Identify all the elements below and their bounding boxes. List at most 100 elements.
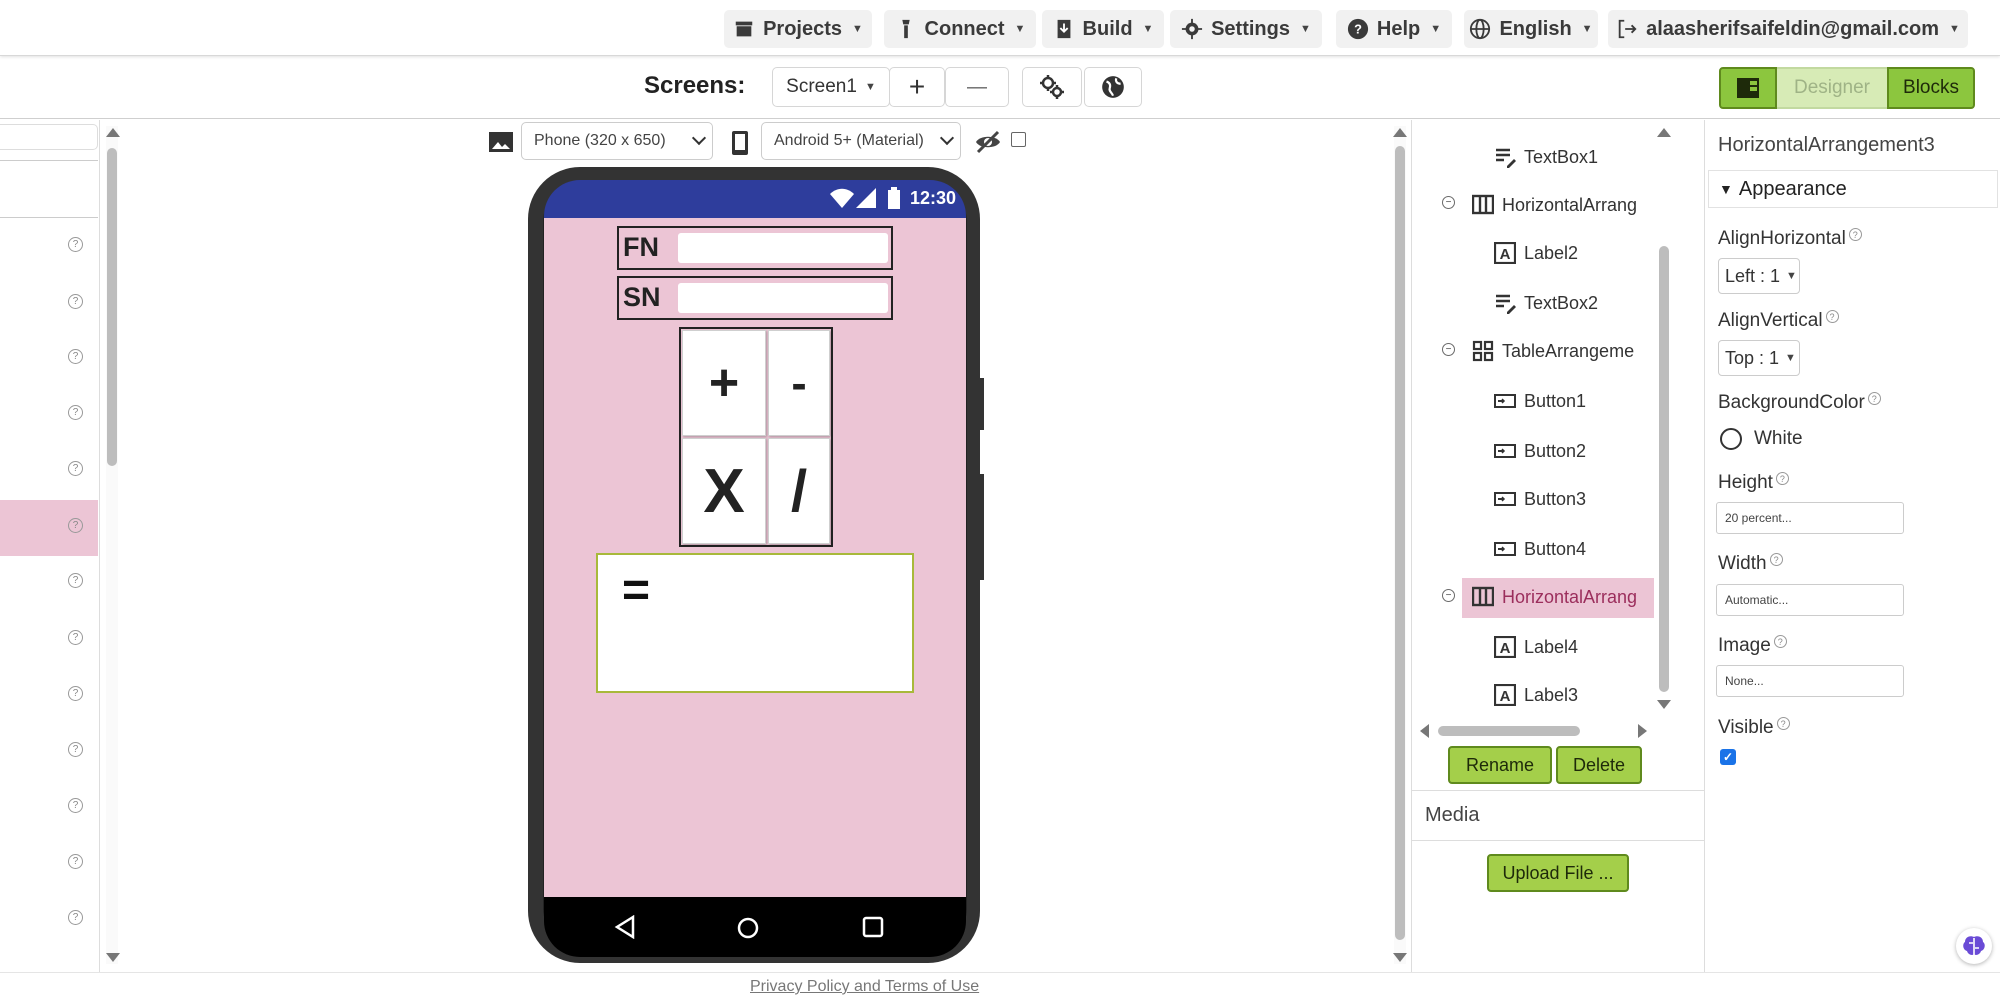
add-screen-button[interactable]: +: [889, 67, 945, 107]
upload-file-button[interactable]: Upload File ...: [1487, 854, 1629, 892]
toggle-palette-button[interactable]: [1719, 67, 1777, 109]
projects-menu[interactable]: Projects ▼: [724, 10, 872, 48]
show-hidden-checkbox[interactable]: [1011, 132, 1026, 147]
sn-textbox[interactable]: [678, 283, 888, 313]
back-icon: [614, 915, 635, 939]
fn-row[interactable]: FN: [617, 226, 893, 270]
build-menu[interactable]: Build ▼: [1042, 10, 1164, 48]
tree-item-textbox1[interactable]: TextBox1: [1494, 146, 1598, 168]
tree-item-button1[interactable]: Button1: [1494, 390, 1586, 412]
palette-search-input[interactable]: [0, 124, 98, 150]
scroll-left-icon[interactable]: [1420, 724, 1429, 738]
publish-globe-button[interactable]: [1084, 67, 1142, 107]
fn-textbox[interactable]: [678, 233, 888, 263]
project-properties-button[interactable]: [1022, 67, 1082, 107]
background-color-picker[interactable]: White: [1720, 428, 1803, 450]
help-icon[interactable]: ?: [68, 742, 83, 757]
viewer-scroll-thumb[interactable]: [1395, 146, 1405, 940]
help-icon[interactable]: ?: [68, 294, 83, 309]
theme-dropdown[interactable]: Android 5+ (Material): [761, 122, 961, 160]
help-icon[interactable]: ?: [68, 910, 83, 925]
help-icon[interactable]: ?: [1773, 635, 1787, 648]
help-icon[interactable]: ?: [1848, 228, 1862, 241]
tree-item-tablearrangement1[interactable]: TableArrangeme: [1472, 340, 1634, 362]
align-horizontal-select[interactable]: Left : 1 ▼: [1718, 258, 1800, 294]
rename-label: Rename: [1465, 754, 1535, 775]
add-button[interactable]: +: [682, 330, 766, 436]
help-icon[interactable]: ?: [68, 798, 83, 813]
language-menu[interactable]: English ▼: [1464, 10, 1598, 48]
visible-checkbox[interactable]: ✓: [1720, 749, 1736, 765]
screen-selector[interactable]: Screen1 ▼: [772, 67, 890, 107]
privacy-policy-link[interactable]: Privacy Policy and Terms of Use: [750, 978, 979, 996]
blocks-button[interactable]: Blocks: [1887, 67, 1975, 109]
scroll-up-icon[interactable]: [106, 128, 120, 137]
phone-icon: [732, 131, 748, 155]
tree-item-label3[interactable]: A Label3: [1494, 684, 1578, 706]
help-icon[interactable]: ?: [68, 630, 83, 645]
remove-screen-button[interactable]: —: [945, 67, 1009, 107]
connect-menu[interactable]: Connect ▼: [884, 10, 1036, 48]
account-menu[interactable]: alaasherifsaifeldin@gmail.com ▼: [1608, 10, 1968, 48]
textbox-icon: [1496, 294, 1516, 314]
tree-item-label4[interactable]: A Label4: [1494, 636, 1578, 658]
scroll-down-icon[interactable]: [1657, 700, 1671, 709]
label-icon: A: [1494, 636, 1516, 658]
help-icon[interactable]: ?: [68, 854, 83, 869]
subtract-button[interactable]: -: [768, 330, 830, 436]
tree-item-horizontalarrangement1[interactable]: HorizontalArrang: [1472, 194, 1637, 216]
align-vertical-select[interactable]: Top : 1 ▼: [1718, 340, 1800, 376]
scroll-up-icon[interactable]: [1657, 128, 1671, 137]
scroll-up-icon[interactable]: [1393, 128, 1407, 137]
scroll-right-icon[interactable]: [1638, 724, 1647, 738]
assistant-button[interactable]: [1956, 928, 1992, 964]
designer-button[interactable]: Designer: [1777, 67, 1887, 109]
help-icon[interactable]: ?: [68, 237, 83, 252]
button-icon: [1494, 542, 1516, 556]
help-icon[interactable]: ?: [1825, 310, 1839, 323]
appearance-section-header[interactable]: ▼ Appearance: [1708, 170, 1998, 208]
help-icon[interactable]: ?: [1769, 553, 1783, 566]
help-icon[interactable]: ?: [68, 573, 83, 588]
help-icon[interactable]: ?: [68, 349, 83, 364]
sn-row[interactable]: SN: [617, 276, 893, 320]
help-menu[interactable]: ? Help ▼: [1336, 10, 1452, 48]
device-size-dropdown[interactable]: Phone (320 x 650): [521, 122, 713, 160]
tree-item-horizontalarrangement3[interactable]: HorizontalArrang: [1472, 586, 1637, 608]
button-icon: [1494, 492, 1516, 506]
collapse-icon[interactable]: −: [1442, 343, 1455, 356]
help-icon[interactable]: ?: [1776, 717, 1790, 730]
help-icon[interactable]: ?: [1775, 472, 1789, 485]
multiply-button[interactable]: X: [682, 438, 766, 544]
tree-item-label2[interactable]: A Label2: [1494, 242, 1578, 264]
tree-item-button2[interactable]: Button2: [1494, 440, 1586, 462]
tree-item-button4[interactable]: Button4: [1494, 538, 1586, 560]
tree-hscroll-thumb[interactable]: [1438, 726, 1580, 736]
palette-item-selected[interactable]: [0, 500, 98, 556]
delete-label: Delete: [1572, 754, 1626, 775]
scroll-down-icon[interactable]: [106, 953, 120, 962]
tree-item-textbox2[interactable]: TextBox2: [1494, 292, 1598, 314]
help-icon[interactable]: ?: [68, 518, 83, 533]
height-input[interactable]: 20 percent...: [1716, 502, 1904, 534]
width-input[interactable]: Automatic...: [1716, 584, 1904, 616]
tree-item-button3[interactable]: Button3: [1494, 488, 1586, 510]
delete-button[interactable]: Delete: [1556, 746, 1642, 784]
screen-selector-value: Screen1: [786, 76, 857, 97]
help-icon[interactable]: ?: [1867, 392, 1881, 405]
chevron-down-icon: [939, 130, 955, 146]
settings-menu[interactable]: Settings ▼: [1170, 10, 1322, 48]
help-icon[interactable]: ?: [68, 461, 83, 476]
collapse-icon[interactable]: −: [1442, 196, 1455, 209]
divide-button[interactable]: /: [768, 438, 830, 544]
palette-scroll-thumb[interactable]: [107, 148, 117, 466]
result-arrangement[interactable]: =: [596, 553, 914, 693]
divider: [1704, 120, 1705, 972]
help-icon[interactable]: ?: [68, 686, 83, 701]
help-icon[interactable]: ?: [68, 405, 83, 420]
collapse-icon[interactable]: −: [1442, 589, 1455, 602]
image-input[interactable]: None...: [1716, 665, 1904, 697]
tree-scroll-thumb[interactable]: [1659, 246, 1669, 692]
rename-button[interactable]: Rename: [1448, 746, 1552, 784]
scroll-down-icon[interactable]: [1393, 953, 1407, 962]
